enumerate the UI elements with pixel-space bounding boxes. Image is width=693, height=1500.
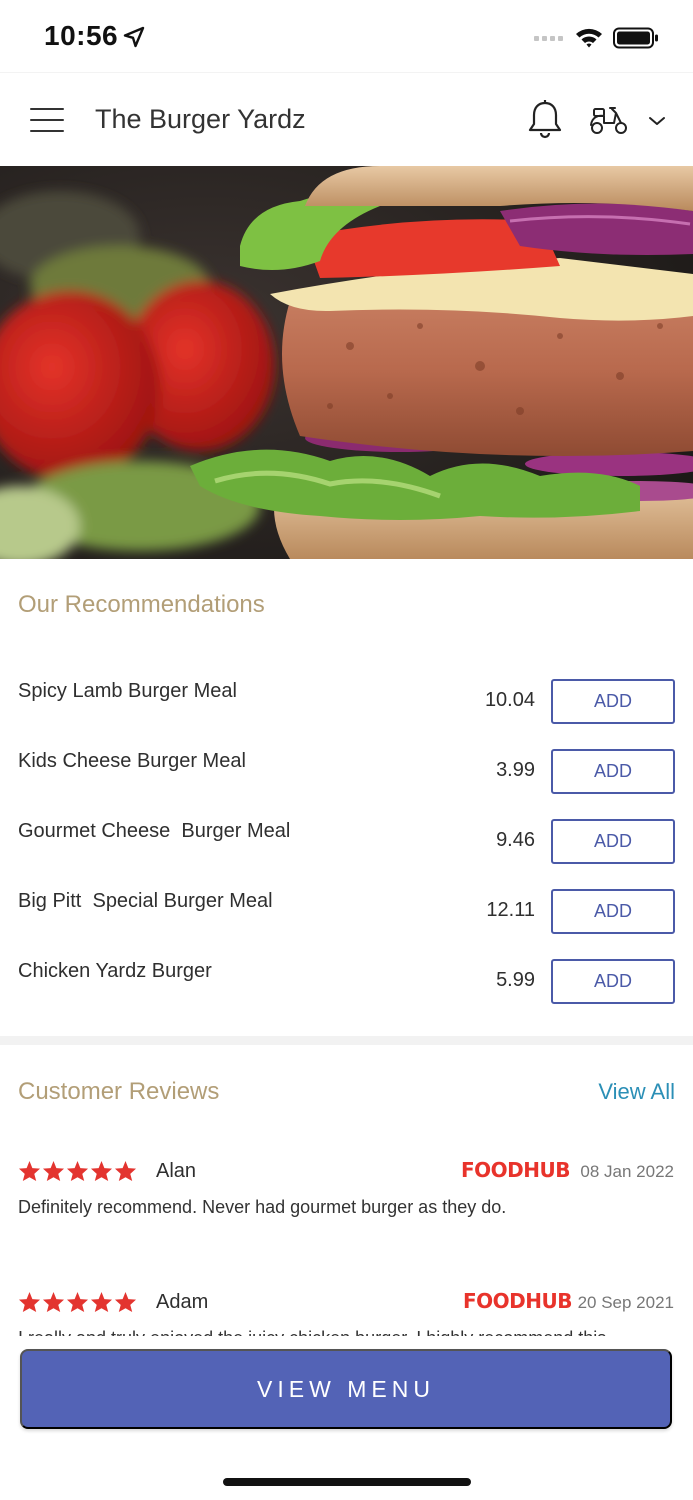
item-price: 12.11 bbox=[486, 899, 535, 921]
star-icon bbox=[18, 1160, 41, 1182]
item-price: 9.46 bbox=[496, 829, 535, 851]
item-price: 10.04 bbox=[484, 689, 535, 711]
list-item: Kids Cheese Burger Meal 3.99 ADD bbox=[0, 740, 693, 810]
item-price: 5.99 bbox=[496, 969, 535, 991]
foodhub-logo: FOODHUB bbox=[461, 1158, 571, 1182]
reviewer-name: Adam bbox=[156, 1291, 209, 1313]
star-icon bbox=[114, 1160, 137, 1182]
star-icon bbox=[66, 1291, 89, 1313]
list-item: Spicy Lamb Burger Meal 10.04 ADD bbox=[0, 670, 693, 740]
add-button[interactable]: ADD bbox=[551, 749, 675, 794]
add-button[interactable]: ADD bbox=[551, 819, 675, 864]
star-icon bbox=[18, 1291, 41, 1313]
battery-icon bbox=[613, 27, 658, 49]
star-icon bbox=[42, 1160, 65, 1182]
star-icon bbox=[66, 1160, 89, 1182]
review-date: 20 Sep 2021 bbox=[577, 1293, 674, 1312]
signal-icon bbox=[534, 36, 563, 41]
restaurant-title: The Burger Yardz bbox=[95, 104, 306, 134]
review-text: Definitely recommend. Never had gourmet … bbox=[18, 1197, 507, 1217]
item-name: Kids Cheese Burger Meal bbox=[18, 750, 246, 772]
recommendations-title: Our Recommendations bbox=[18, 591, 265, 618]
view-all-link[interactable]: View All bbox=[598, 1079, 675, 1105]
location-arrow-icon bbox=[123, 26, 145, 48]
item-name: Spicy Lamb Burger Meal bbox=[18, 680, 237, 702]
reviewer-name: Alan bbox=[156, 1160, 197, 1182]
bell-icon[interactable] bbox=[526, 99, 564, 141]
star-icon bbox=[90, 1291, 113, 1313]
star-icon bbox=[114, 1291, 137, 1313]
scooter-icon[interactable] bbox=[588, 103, 630, 137]
add-button[interactable]: ADD bbox=[551, 679, 675, 724]
list-item: Chicken Yardz Burger 5.99 ADD bbox=[0, 950, 693, 1020]
star-rating bbox=[18, 1291, 137, 1313]
wifi-icon bbox=[576, 28, 602, 48]
status-time: 10:56 bbox=[44, 20, 119, 51]
reviews-title: Customer Reviews bbox=[18, 1078, 220, 1105]
hamburger-menu-icon[interactable] bbox=[30, 108, 64, 132]
chevron-down-icon[interactable] bbox=[647, 113, 667, 129]
review-date: 08 Jan 2022 bbox=[580, 1162, 674, 1181]
app-header: The Burger Yardz bbox=[0, 72, 693, 166]
star-icon bbox=[90, 1160, 113, 1182]
item-name: Chicken Yardz Burger bbox=[18, 960, 212, 982]
status-bar: 10:56 bbox=[0, 0, 693, 72]
review-clip-mask bbox=[0, 1336, 693, 1350]
list-item: Big Pitt Special Burger Meal 12.11 ADD bbox=[0, 880, 693, 950]
home-indicator bbox=[223, 1478, 471, 1486]
star-rating bbox=[18, 1160, 137, 1182]
item-name: Gourmet Cheese Burger Meal bbox=[18, 820, 291, 842]
add-button[interactable]: ADD bbox=[551, 959, 675, 1004]
add-button[interactable]: ADD bbox=[551, 889, 675, 934]
hero-burger-image bbox=[0, 166, 693, 559]
foodhub-logo: FOODHUB bbox=[463, 1289, 573, 1313]
view-menu-button[interactable]: VIEW MENU bbox=[20, 1349, 672, 1429]
section-divider bbox=[0, 1036, 693, 1045]
item-price: 3.99 bbox=[496, 759, 535, 781]
star-icon bbox=[42, 1291, 65, 1313]
item-name: Big Pitt Special Burger Meal bbox=[18, 890, 273, 912]
list-item: Gourmet Cheese Burger Meal 9.46 ADD bbox=[0, 810, 693, 880]
